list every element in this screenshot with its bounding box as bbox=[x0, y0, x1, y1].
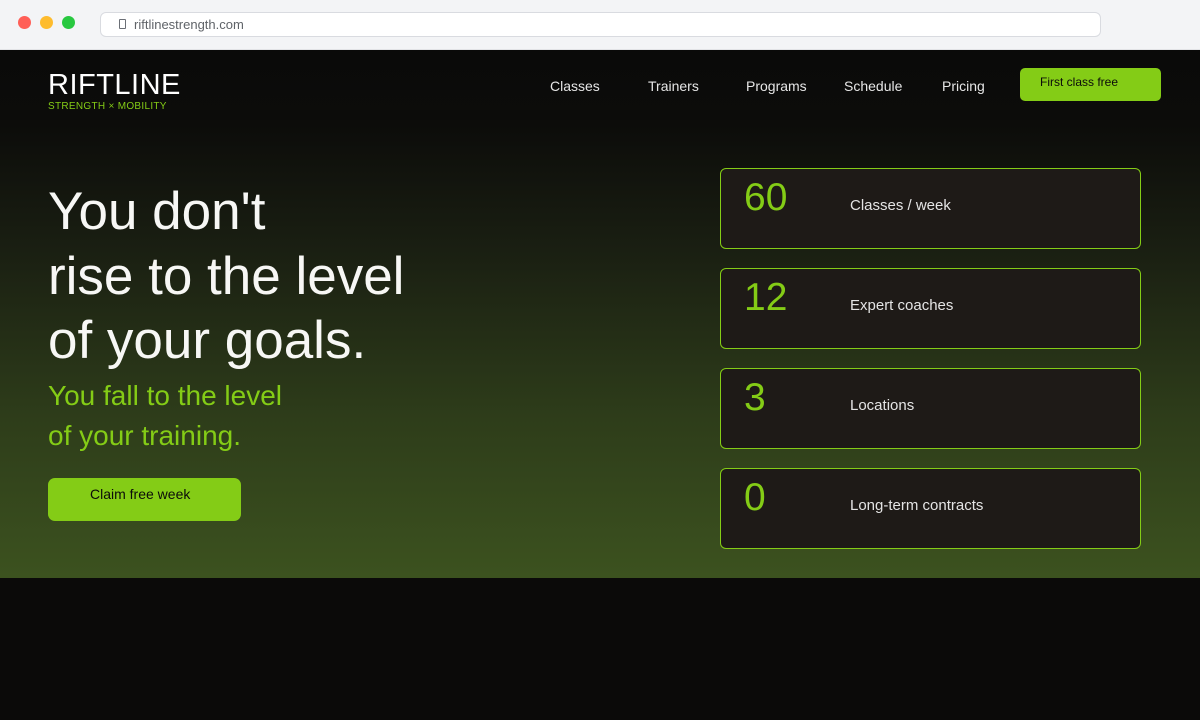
brand-tagline: STRENGTH × MOBILITY bbox=[48, 101, 167, 112]
stat-value: 0 bbox=[744, 476, 766, 519]
stat-card-classes: 60 Classes / week bbox=[720, 168, 1141, 249]
hero-subline-line-2: of your training. bbox=[48, 420, 241, 451]
claim-free-week-button[interactable]: Claim free week bbox=[48, 478, 241, 521]
page-below-fold bbox=[0, 578, 1200, 720]
stat-label: Expert coaches bbox=[850, 297, 954, 314]
nav-item-schedule[interactable]: Schedule bbox=[844, 78, 902, 95]
address-bar-url: riftlinestrength.com bbox=[134, 17, 244, 32]
hero-headline-line-1: You don't bbox=[48, 182, 266, 241]
stat-value: 60 bbox=[744, 176, 788, 219]
first-class-free-button[interactable]: First class free bbox=[1020, 68, 1161, 101]
browser-chrome: riftlinestrength.com bbox=[0, 0, 1200, 50]
minimize-window-button[interactable] bbox=[40, 16, 53, 29]
stat-label: Long-term contracts bbox=[850, 497, 984, 514]
stat-card-locations: 3 Locations bbox=[720, 368, 1141, 449]
nav-item-trainers[interactable]: Trainers bbox=[648, 78, 699, 95]
nav-item-pricing[interactable]: Pricing bbox=[942, 78, 985, 95]
hero-subline-line-1: You fall to the level bbox=[48, 380, 283, 411]
close-window-button[interactable] bbox=[18, 16, 31, 29]
hero-headline-line-3: of your goals. bbox=[48, 311, 367, 370]
stat-card-coaches: 12 Expert coaches bbox=[720, 268, 1141, 349]
brand-logo[interactable]: RIFTLINE bbox=[48, 69, 181, 101]
maximize-window-button[interactable] bbox=[62, 16, 75, 29]
address-bar[interactable]: riftlinestrength.com bbox=[100, 12, 1101, 37]
stat-value: 12 bbox=[744, 276, 788, 319]
stat-value: 3 bbox=[744, 376, 766, 419]
hero-headline-line-2: rise to the level bbox=[48, 247, 405, 306]
stat-label: Locations bbox=[850, 397, 915, 414]
page-icon bbox=[119, 19, 126, 29]
stat-label: Classes / week bbox=[850, 197, 951, 214]
nav-item-programs[interactable]: Programs bbox=[746, 78, 807, 95]
nav-item-classes[interactable]: Classes bbox=[550, 78, 600, 95]
stat-card-contracts: 0 Long-term contracts bbox=[720, 468, 1141, 549]
